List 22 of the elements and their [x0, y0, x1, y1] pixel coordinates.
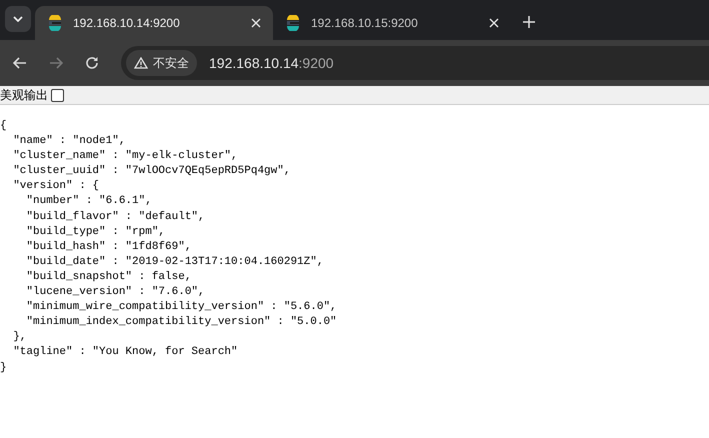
pretty-print-checkbox[interactable]	[51, 88, 64, 102]
browser-tab[interactable]: 192.168.10.14:9200	[35, 6, 273, 40]
address-bar[interactable]: 不安全 192.168.10.14:9200	[121, 46, 709, 80]
favicon-icon	[47, 15, 63, 31]
tab-title: 192.168.10.15:9200	[311, 16, 419, 30]
url-text: 192.168.10.14:9200	[209, 55, 334, 71]
tab-list-button[interactable]	[5, 6, 31, 32]
browser-tab[interactable]: 192.168.10.15:9200	[273, 6, 511, 40]
close-icon[interactable]	[489, 18, 499, 28]
warning-icon	[134, 57, 148, 69]
forward-icon[interactable]	[49, 57, 63, 69]
back-icon[interactable]	[13, 57, 27, 69]
pretty-print-label: 美观输出	[0, 86, 48, 104]
reload-icon[interactable]	[85, 56, 99, 70]
security-chip[interactable]: 不安全	[126, 50, 197, 76]
chevron-down-icon	[13, 16, 23, 22]
new-tab-icon[interactable]	[523, 16, 535, 28]
favicon-icon	[285, 15, 301, 31]
security-label: 不安全	[153, 54, 189, 72]
tab-title: 192.168.10.14:9200	[73, 16, 181, 30]
close-icon[interactable]	[251, 18, 261, 28]
json-response: { "name" : "node1", "cluster_name" : "my-elk-cluster", "cluster_uuid" : "7wlOOcv7QEq5epRD5Pq4gw", "version" : { "number" : "6.6.1", "build_flavor" : "default", "build_type" : "rpm", "build_hash" : "1fd8f69", "build_date" : "2019-02-13T17:10:04.160291Z", "build_snapshot" : false, "lucene_version" : "7.6.0", "minimum_wire_compatibility_version" : "5.6.0", "minimum_index_compatibility_version" : "5.0.0" }, "tagline" : "You Know, for Search" }	[0, 119, 338, 376]
